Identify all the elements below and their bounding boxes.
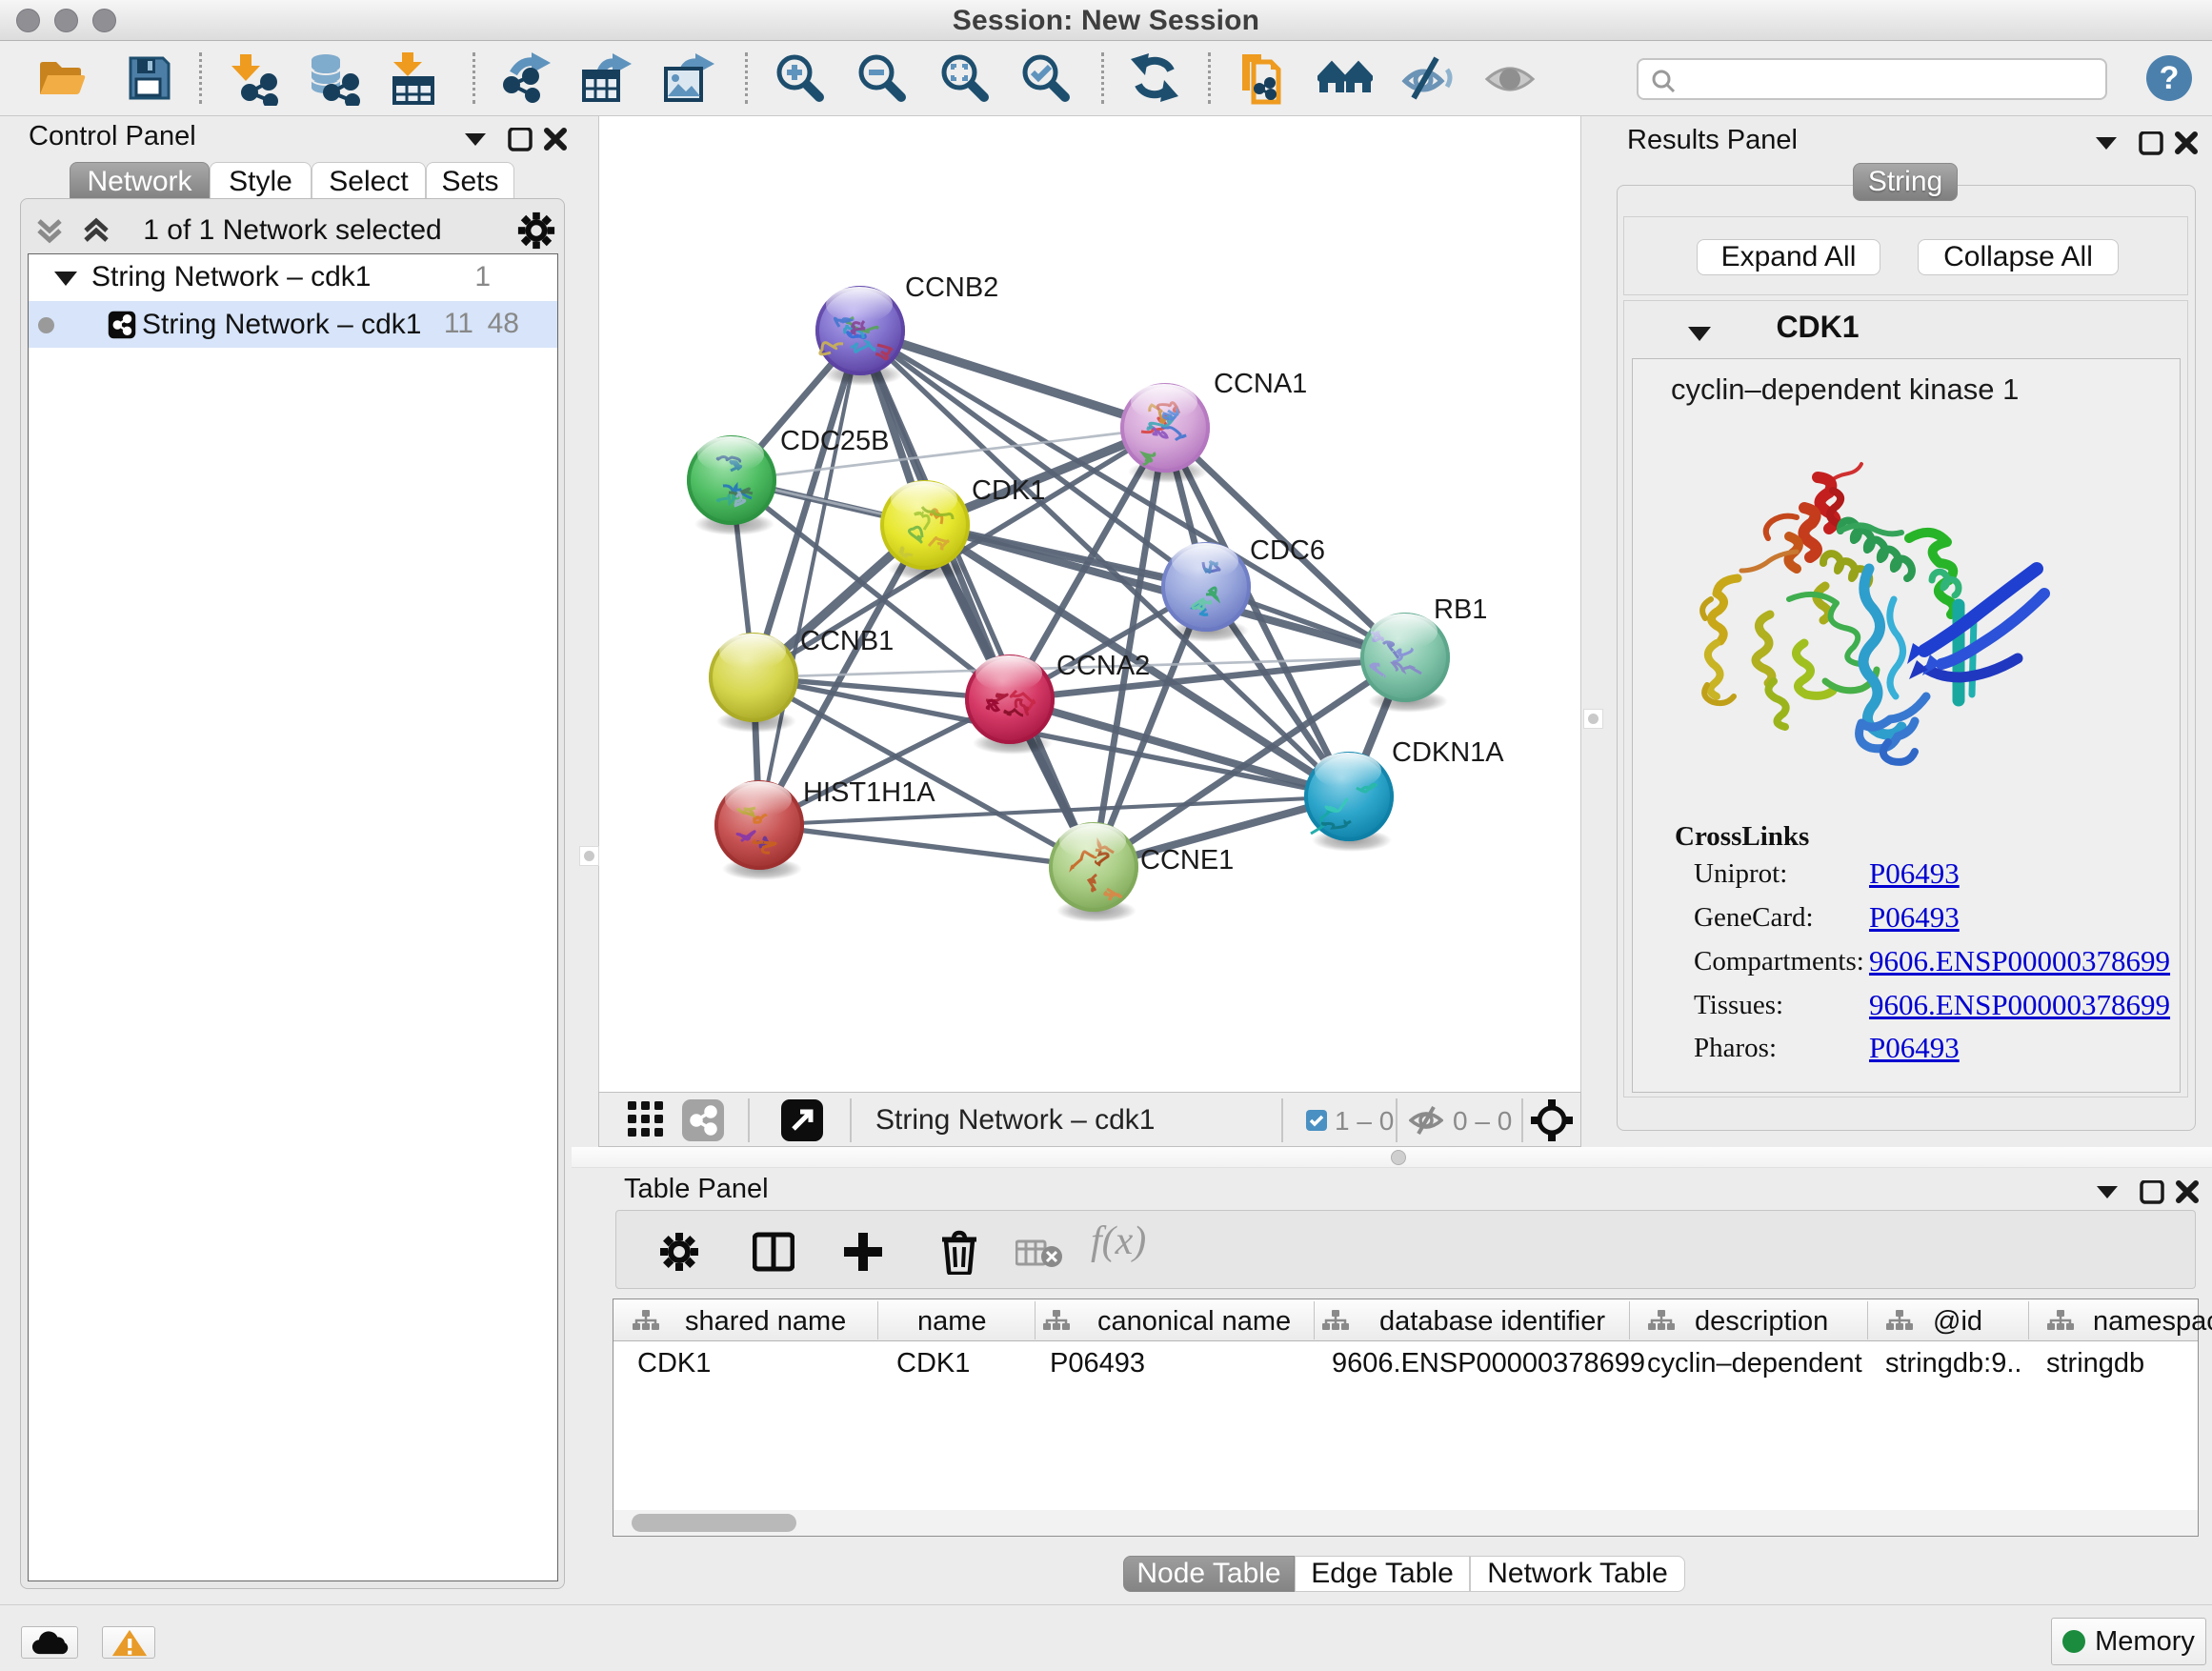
svg-text:CCNA1: CCNA1 — [1214, 369, 1307, 399]
svg-text:CDC25B: CDC25B — [780, 426, 889, 456]
svg-text:CCNB2: CCNB2 — [905, 272, 998, 303]
svg-text:CCNA2: CCNA2 — [1056, 651, 1150, 681]
svg-text:?: ? — [2160, 60, 2180, 96]
svg-text:CDK1: CDK1 — [972, 475, 1045, 506]
svg-text:CDKN1A: CDKN1A — [1392, 737, 1504, 768]
svg-text:HIST1H1A: HIST1H1A — [803, 777, 935, 808]
svg-text:RB1: RB1 — [1434, 594, 1487, 625]
svg-text:CCNB1: CCNB1 — [800, 626, 894, 656]
svg-text:CDC6: CDC6 — [1250, 535, 1325, 566]
svg-text:CCNE1: CCNE1 — [1140, 845, 1234, 876]
